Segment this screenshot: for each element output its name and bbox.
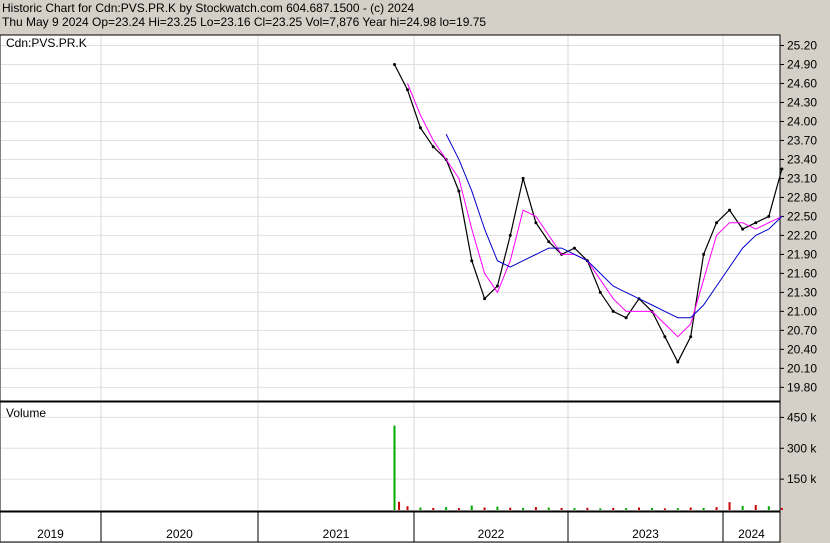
volume-bar bbox=[483, 507, 486, 510]
volume-bar bbox=[398, 501, 401, 510]
volume-bar bbox=[393, 425, 396, 510]
x-tick-label: 2024 bbox=[738, 527, 765, 541]
volume-bar bbox=[470, 505, 473, 510]
volume-bar bbox=[586, 507, 589, 510]
price-point bbox=[663, 335, 667, 339]
volume-bar bbox=[728, 502, 731, 510]
price-point bbox=[611, 309, 615, 313]
price-point bbox=[457, 189, 461, 193]
price-tick-label: 24.30 bbox=[787, 95, 817, 109]
volume-bar bbox=[780, 507, 783, 510]
volume-tick-label: 300 k bbox=[787, 441, 817, 455]
price-tick-label: 20.10 bbox=[787, 361, 817, 375]
price-tick-label: 23.40 bbox=[787, 152, 817, 166]
price-tick-label: 21.00 bbox=[787, 304, 817, 318]
volume-bar bbox=[445, 507, 448, 510]
price-tick-label: 25.20 bbox=[787, 38, 817, 52]
volume-bar bbox=[741, 505, 744, 510]
volume-tick-label: 450 k bbox=[787, 410, 817, 424]
volume-bar bbox=[638, 507, 641, 510]
price-point bbox=[483, 297, 487, 301]
volume-panel bbox=[0, 401, 781, 512]
price-tick-label: 24.90 bbox=[787, 57, 817, 71]
price-tick-label: 21.30 bbox=[787, 285, 817, 299]
volume-bar bbox=[534, 507, 537, 510]
price-point bbox=[598, 290, 602, 294]
price-point bbox=[767, 214, 771, 218]
price-panel-title: Cdn:PVS.PR.K bbox=[6, 36, 87, 50]
volume-bar bbox=[625, 508, 628, 510]
price-tick-label: 22.50 bbox=[787, 209, 817, 223]
volume-bar bbox=[457, 508, 460, 510]
volume-bar bbox=[676, 508, 679, 510]
price-point bbox=[754, 221, 758, 225]
price-tick-label: 24.00 bbox=[787, 114, 817, 128]
volume-bar bbox=[599, 508, 602, 510]
price-tick-label: 23.10 bbox=[787, 171, 817, 185]
price-tick-label: 22.20 bbox=[787, 228, 817, 242]
price-point bbox=[741, 227, 745, 231]
price-point bbox=[702, 252, 706, 256]
price-point bbox=[728, 208, 732, 212]
price-point bbox=[406, 88, 409, 92]
volume-panel-title: Volume bbox=[6, 406, 46, 420]
x-tick-label: 2022 bbox=[478, 527, 505, 541]
volume-bar bbox=[573, 508, 576, 510]
price-tick-label: 23.70 bbox=[787, 133, 817, 147]
price-point bbox=[508, 233, 512, 237]
volume-bar bbox=[560, 507, 563, 510]
volume-bar bbox=[612, 507, 615, 510]
price-point bbox=[624, 316, 628, 320]
price-point bbox=[676, 360, 680, 364]
x-tick-label: 2021 bbox=[323, 527, 350, 541]
volume-bar bbox=[522, 507, 525, 510]
volume-bar bbox=[432, 507, 435, 510]
price-point bbox=[470, 259, 474, 263]
price-tick-label: 20.70 bbox=[787, 323, 817, 337]
price-tick-label: 19.80 bbox=[787, 380, 817, 394]
volume-bar bbox=[767, 506, 770, 510]
x-tick-label: 2020 bbox=[166, 527, 193, 541]
price-tick-label: 24.60 bbox=[787, 76, 817, 90]
price-point bbox=[393, 62, 396, 66]
x-tick-label: 2023 bbox=[632, 527, 659, 541]
price-point bbox=[547, 240, 551, 244]
price-point bbox=[521, 176, 525, 180]
volume-bar bbox=[650, 507, 653, 510]
volume-bar bbox=[663, 508, 666, 510]
price-point bbox=[715, 221, 719, 225]
volume-bar bbox=[406, 506, 409, 510]
volume-y-axis: 450 k 300 k 150 k bbox=[780, 410, 817, 486]
price-point bbox=[780, 167, 784, 171]
volume-bar bbox=[702, 507, 705, 510]
volume-bar bbox=[496, 506, 499, 510]
price-point bbox=[689, 335, 693, 339]
price-panel bbox=[0, 34, 781, 402]
price-point bbox=[534, 221, 538, 225]
price-tick-label: 20.40 bbox=[787, 342, 817, 356]
price-point bbox=[572, 246, 576, 250]
stock-chart: 25.20 24.90 24.60 24.30 24.00 23.70 23.40 23.10… bbox=[0, 34, 817, 543]
x-tick-label: 2019 bbox=[37, 527, 64, 541]
price-point bbox=[431, 145, 435, 149]
volume-bar bbox=[715, 507, 718, 510]
price-point bbox=[495, 284, 499, 288]
price-y-axis: 25.20 24.90 24.60 24.30 24.00 23.70 23.40 23.10… bbox=[780, 38, 817, 394]
price-tick-label: 21.90 bbox=[787, 247, 817, 261]
price-tick-label: 21.60 bbox=[787, 266, 817, 280]
price-tick-label: 22.80 bbox=[787, 190, 817, 204]
volume-tick-label: 150 k bbox=[787, 472, 817, 486]
volume-bar bbox=[689, 507, 692, 510]
volume-bar bbox=[754, 505, 757, 510]
x-axis-strip bbox=[0, 511, 781, 543]
volume-bar bbox=[419, 507, 422, 510]
volume-bar bbox=[509, 507, 512, 510]
price-point bbox=[418, 126, 422, 130]
volume-bar bbox=[547, 507, 550, 510]
